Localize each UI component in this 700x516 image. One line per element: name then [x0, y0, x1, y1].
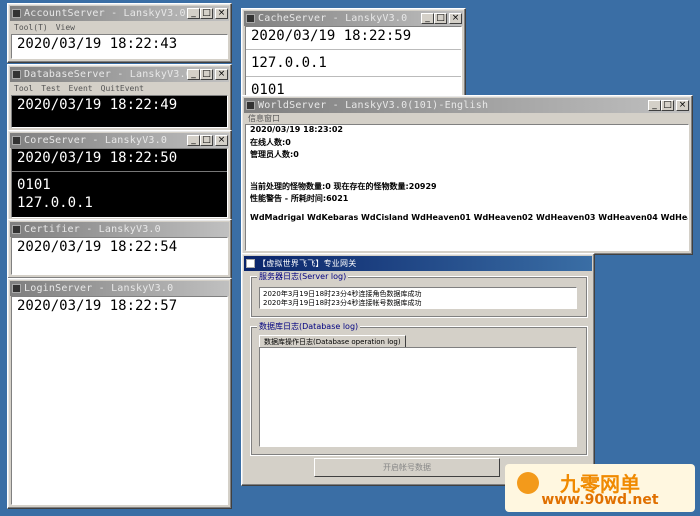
menu-view[interactable]: View [56, 23, 75, 32]
log-line: 在线人数:0 [250, 138, 291, 147]
watermark-url: www.90wd.net [541, 492, 659, 508]
divider [12, 171, 227, 172]
menu-tool[interactable]: Tool(T) [14, 23, 48, 32]
log-line: WdMadrigal WdKebaras WdCisland WdHeaven0… [250, 213, 688, 222]
world-server-window: WorldServer - LanskyV3.0(101)-English _ … [241, 95, 693, 255]
app-icon [12, 136, 21, 145]
account-server-titlebar[interactable]: AccountServer - LanskyV3.0 - release _ □… [10, 6, 229, 21]
app-icon [12, 70, 21, 79]
cache-server-window: CacheServer - LanskyV3.0 _ □ × 2020/03/1… [241, 8, 466, 100]
close-button[interactable]: × [449, 13, 462, 24]
server-log-group: 服务器日志(Server log) 2020年3月19日18时23分4秒连接角色… [250, 271, 588, 318]
log-line: 0101 [251, 82, 285, 96]
window-title: Certifier - LanskyV3.0 [24, 224, 161, 235]
window-title: AccountServer - LanskyV3.0 - release [24, 8, 187, 19]
log-line: 2020年3月19日18时23分4秒连接角色数据库成功 [263, 290, 422, 298]
log-line: 当前处理的怪物数量:0 现在存在的怪物数量:20929 [250, 182, 437, 191]
divider [246, 76, 461, 77]
log-area: 2020/03/19 18:22:49 [11, 95, 228, 128]
menu-quit-event[interactable]: QuitEvent [101, 84, 144, 93]
world-server-titlebar[interactable]: WorldServer - LanskyV3.0(101)-English _ … [244, 98, 690, 113]
cache-server-titlebar[interactable]: CacheServer - LanskyV3.0 _ □ × [244, 11, 463, 26]
close-button[interactable]: × [215, 69, 228, 80]
menu-tool[interactable]: Tool [14, 84, 33, 93]
core-server-window: CoreServer - LanskyV3.0 _ □ × 2020/03/19… [7, 130, 232, 222]
log-area: 2020/03/19 18:22:50 0101 127.0.0.1 [11, 148, 228, 218]
divider [246, 49, 461, 50]
app-icon [246, 259, 255, 268]
server-log-label: 服务器日志(Server log) [257, 271, 349, 282]
log-line: 管理员人数:0 [250, 150, 299, 159]
certifier-window: Certifier - LanskyV3.0 2020/03/19 18:22:… [7, 219, 232, 279]
log-line: 2020/03/19 18:22:49 [17, 97, 178, 113]
gateway-window: 【虚拟世界飞飞】专业网关 服务器日志(Server log) 2020年3月19… [241, 253, 595, 486]
window-title: CacheServer - LanskyV3.0 [258, 13, 408, 24]
login-server-window: LoginServer - LanskyV3.0 2020/03/19 18:2… [7, 278, 232, 509]
app-icon [246, 14, 255, 23]
close-button[interactable]: × [676, 100, 689, 111]
log-line: 127.0.0.1 [251, 55, 327, 71]
maximize-button[interactable]: □ [200, 8, 213, 19]
login-server-titlebar[interactable]: LoginServer - LanskyV3.0 [10, 281, 229, 296]
close-button[interactable]: × [215, 135, 228, 146]
gateway-titlebar[interactable]: 【虚拟世界飞飞】专业网关 [244, 256, 592, 271]
menubar: Tool(T) View [10, 21, 229, 33]
minimize-button[interactable]: _ [187, 135, 200, 146]
window-title: LoginServer - LanskyV3.0 [24, 283, 174, 294]
window-title: 【虚拟世界飞飞】专业网关 [258, 259, 357, 268]
database-log-label: 数据库日志(Database log) [257, 321, 361, 332]
site-watermark: 九零网单 www.90wd.net [505, 464, 695, 512]
minimize-button[interactable]: _ [421, 13, 434, 24]
window-title: DatabaseServer - LanskyV3.0 [24, 69, 187, 80]
app-icon [246, 101, 255, 110]
window-title: WorldServer - LanskyV3.0(101)-English [258, 100, 489, 111]
log-area: 2020/03/19 18:22:59 127.0.0.1 0101 [245, 26, 462, 96]
app-icon [12, 225, 21, 234]
app-icon [12, 284, 21, 293]
log-line: 性能警告 - 所耗时间:6021 [250, 194, 349, 203]
core-server-titlebar[interactable]: CoreServer - LanskyV3.0 _ □ × [10, 133, 229, 148]
maximize-button[interactable]: □ [434, 13, 447, 24]
maximize-button[interactable]: □ [200, 69, 213, 80]
log-line: 2020/03/19 18:22:43 [17, 36, 178, 52]
log-line: 2020/03/19 18:22:54 [17, 239, 178, 255]
database-log-box[interactable] [259, 347, 577, 447]
menubar: Tool Test Event QuitEvent [10, 82, 229, 94]
log-line: 0101 [17, 177, 51, 193]
maximize-button[interactable]: □ [661, 100, 674, 111]
server-log-box[interactable]: 2020年3月19日18时23分4秒连接角色数据库成功 2020年3月19日18… [259, 287, 577, 309]
database-server-titlebar[interactable]: DatabaseServer - LanskyV3.0 _ □ × [10, 67, 229, 82]
database-log-group: 数据库日志(Database log) 数据库操作日志(Database ope… [250, 321, 588, 456]
menu-info-window[interactable]: 信息窗口 [248, 113, 280, 124]
certifier-titlebar[interactable]: Certifier - LanskyV3.0 [10, 222, 229, 237]
log-line: 2020/03/19 18:22:50 [17, 150, 178, 166]
log-line: 127.0.0.1 [17, 195, 93, 211]
menubar: 信息窗口 [244, 112, 690, 124]
menu-test[interactable]: Test [41, 84, 60, 93]
open-account-data-button[interactable]: 开启帐号数据 [314, 458, 500, 477]
minimize-button[interactable]: _ [187, 69, 200, 80]
log-area: 2020/03/19 18:22:57 [11, 296, 228, 505]
window-title: CoreServer - LanskyV3.0 [24, 135, 168, 146]
log-line: 2020/03/19 18:22:57 [17, 298, 178, 314]
app-icon [12, 9, 21, 18]
minimize-button[interactable]: _ [648, 100, 661, 111]
maximize-button[interactable]: □ [200, 135, 213, 146]
minimize-button[interactable]: _ [187, 8, 200, 19]
menu-event[interactable]: Event [69, 84, 93, 93]
log-line: 2020年3月19日18时23分4秒连接帐号数据库成功 [263, 299, 422, 307]
close-button[interactable]: × [215, 8, 228, 19]
database-server-window: DatabaseServer - LanskyV3.0 _ □ × Tool T… [7, 64, 232, 132]
log-area: 2020/03/19 18:22:43 [11, 34, 228, 59]
log-line: 2020/03/19 18:23:02 [250, 125, 343, 134]
log-line: 2020/03/19 18:22:59 [251, 28, 412, 44]
account-server-window: AccountServer - LanskyV3.0 - release _ □… [7, 3, 232, 63]
log-area: 2020/03/19 18:23:02 在线人数:0 管理员人数:0 当前处理的… [245, 124, 689, 251]
log-area: 2020/03/19 18:22:54 [11, 237, 228, 275]
